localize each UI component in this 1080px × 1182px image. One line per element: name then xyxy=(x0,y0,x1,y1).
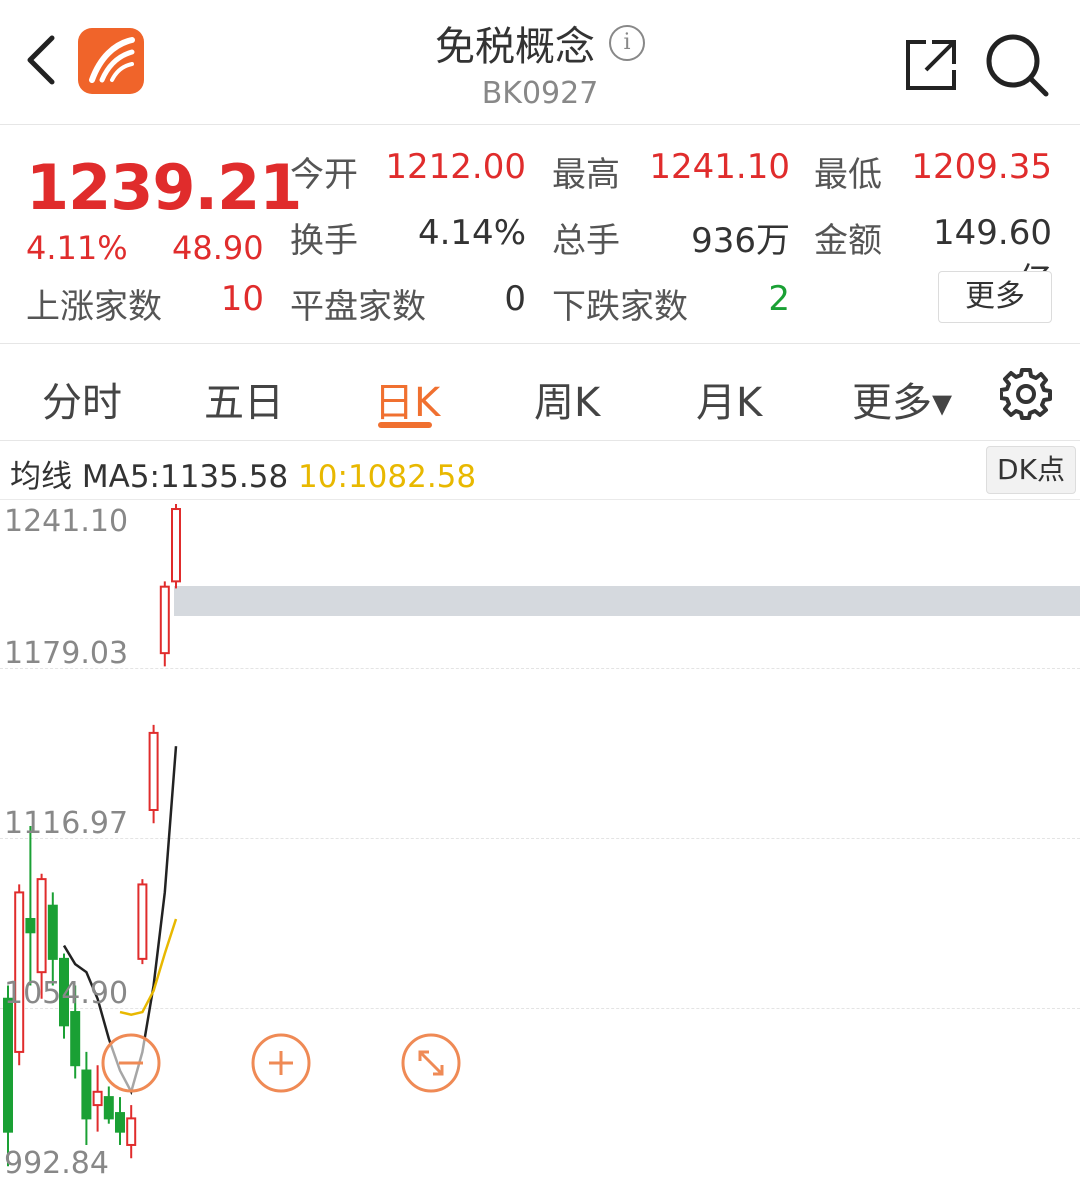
candle xyxy=(3,985,13,1167)
candle xyxy=(47,892,58,986)
down-count-value: 2 xyxy=(768,279,790,319)
candle xyxy=(126,1105,137,1159)
open-value: 1212.00 xyxy=(385,147,526,187)
y-tick-label: 992.84 xyxy=(4,1146,109,1181)
candle xyxy=(115,1097,125,1145)
moving-average-bar: 均线 MA5:1135.58 10:1082.58 DK点 xyxy=(0,441,1080,500)
top-bar: 免税概念 i BK0927 xyxy=(0,0,1080,125)
up-count-label: 上涨家数 xyxy=(26,287,162,327)
dk-point-button[interactable]: DK点 xyxy=(986,446,1076,494)
period-tabs: 分时 五日 日K 周K 月K 更多▾ xyxy=(0,346,1080,441)
volume-label: 总手 xyxy=(552,221,620,261)
share-icon[interactable] xyxy=(902,36,960,94)
turnover-value: 4.14% xyxy=(417,213,526,253)
up-count-value: 10 xyxy=(220,279,264,319)
search-icon[interactable] xyxy=(982,30,1052,100)
tab-daily-k[interactable]: 日K xyxy=(374,370,440,428)
tab-intraday[interactable]: 分时 xyxy=(42,370,122,428)
tab-monthly-k[interactable]: 月K xyxy=(696,370,762,428)
candle xyxy=(14,884,25,1066)
flat-count-label: 平盘家数 xyxy=(290,287,426,327)
kline-plot xyxy=(3,504,181,1167)
candle xyxy=(159,581,170,667)
candle xyxy=(81,1051,92,1145)
quote-panel: 1239.21 4.11% 48.90 今开 1212.00 最高 1241.1… xyxy=(0,125,1080,344)
candle xyxy=(171,504,181,589)
high-value: 1241.10 xyxy=(649,147,790,187)
low-label: 最低 xyxy=(814,155,882,195)
change-value: 48.90 xyxy=(172,229,264,267)
y-tick-label: 1054.90 xyxy=(4,976,129,1011)
gear-icon[interactable] xyxy=(1000,368,1052,420)
tab-five-day[interactable]: 五日 xyxy=(204,370,284,428)
ma5-value: MA5:1135.58 xyxy=(81,459,289,495)
candle xyxy=(25,825,36,986)
ma-prefix: 均线 xyxy=(10,459,72,495)
low-value: 1209.35 xyxy=(911,147,1052,187)
volume-value: 936万 xyxy=(691,221,790,261)
turnover-label: 换手 xyxy=(290,221,358,261)
zoom-in-icon[interactable] xyxy=(250,1032,312,1094)
amount-label: 金额 xyxy=(814,221,882,261)
active-tab-indicator xyxy=(378,422,432,428)
flat-count-value: 0 xyxy=(504,279,526,319)
more-button[interactable]: 更多 xyxy=(938,271,1052,323)
open-label: 今开 xyxy=(290,155,358,195)
tab-more[interactable]: 更多▾ xyxy=(852,370,952,428)
change-percent: 4.11% xyxy=(26,229,128,267)
ma-values: 均线 MA5:1135.58 10:1082.58 xyxy=(10,451,476,496)
candle xyxy=(148,724,159,824)
kline-chart[interactable]: 1241.10 1179.03 1116.97 1054.90 992.84 xyxy=(0,500,1080,1182)
y-tick-label: 1179.03 xyxy=(4,636,129,671)
ma10-value: 10:1082.58 xyxy=(298,459,477,495)
zoom-out-icon[interactable] xyxy=(100,1032,162,1094)
current-price: 1239.21 xyxy=(26,151,302,224)
high-label: 最高 xyxy=(552,155,620,195)
info-icon[interactable]: i xyxy=(609,25,645,61)
candle xyxy=(137,879,148,965)
expand-icon[interactable] xyxy=(400,1032,462,1094)
tab-weekly-k[interactable]: 周K xyxy=(534,370,600,428)
y-tick-label: 1241.10 xyxy=(4,504,129,539)
ma10-line xyxy=(119,918,178,1016)
down-count-label: 下跌家数 xyxy=(552,287,688,327)
y-tick-label: 1116.97 xyxy=(4,806,129,841)
title-text: 免税概念 xyxy=(435,24,595,70)
